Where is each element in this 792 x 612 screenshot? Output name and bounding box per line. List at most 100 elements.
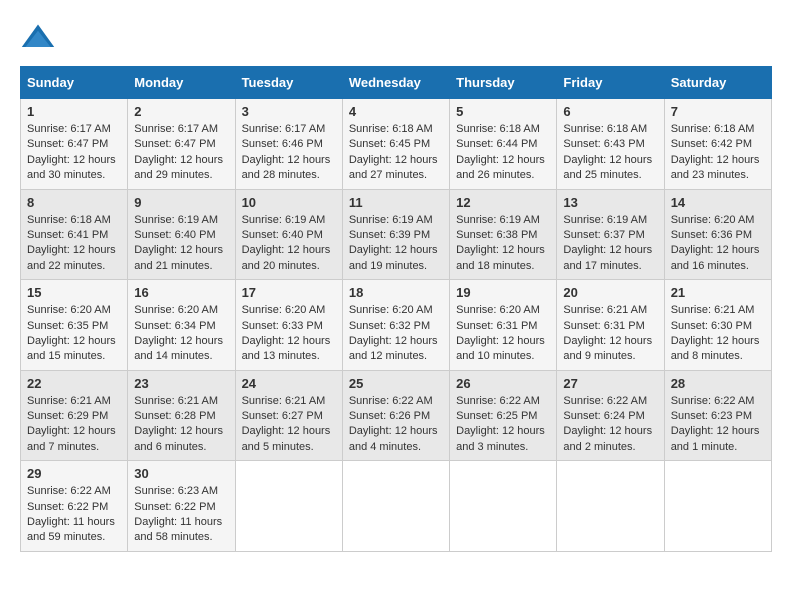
day-info: Sunrise: 6:17 AM Sunset: 6:47 PM Dayligh…: [27, 122, 121, 184]
calendar-cell: 29 Sunrise: 6:22 AM Sunset: 6:22 PM Dayl…: [21, 461, 128, 552]
day-number: 21: [671, 285, 765, 300]
day-number: 28: [671, 376, 765, 391]
day-number: 18: [349, 285, 443, 300]
calendar-cell: 1 Sunrise: 6:17 AM Sunset: 6:47 PM Dayli…: [21, 99, 128, 190]
day-info: Sunrise: 6:17 AM Sunset: 6:46 PM Dayligh…: [242, 122, 336, 184]
calendar-cell: 28 Sunrise: 6:22 AM Sunset: 6:23 PM Dayl…: [664, 370, 771, 461]
calendar-week-row: 1 Sunrise: 6:17 AM Sunset: 6:47 PM Dayli…: [21, 99, 772, 190]
day-info: Sunrise: 6:19 AM Sunset: 6:39 PM Dayligh…: [349, 213, 443, 275]
day-info: Sunrise: 6:20 AM Sunset: 6:32 PM Dayligh…: [349, 303, 443, 365]
calendar-week-row: 22 Sunrise: 6:21 AM Sunset: 6:29 PM Dayl…: [21, 370, 772, 461]
day-number: 3: [242, 104, 336, 119]
calendar-cell: 26 Sunrise: 6:22 AM Sunset: 6:25 PM Dayl…: [450, 370, 557, 461]
day-number: 30: [134, 466, 228, 481]
calendar-cell: 18 Sunrise: 6:20 AM Sunset: 6:32 PM Dayl…: [342, 280, 449, 371]
calendar-cell: 2 Sunrise: 6:17 AM Sunset: 6:47 PM Dayli…: [128, 99, 235, 190]
weekday-header-friday: Friday: [557, 67, 664, 99]
calendar-cell: [235, 461, 342, 552]
day-info: Sunrise: 6:21 AM Sunset: 6:31 PM Dayligh…: [563, 303, 657, 365]
day-info: Sunrise: 6:22 AM Sunset: 6:24 PM Dayligh…: [563, 394, 657, 456]
weekday-header-sunday: Sunday: [21, 67, 128, 99]
day-info: Sunrise: 6:20 AM Sunset: 6:35 PM Dayligh…: [27, 303, 121, 365]
calendar-cell: 12 Sunrise: 6:19 AM Sunset: 6:38 PM Dayl…: [450, 189, 557, 280]
calendar-cell: 11 Sunrise: 6:19 AM Sunset: 6:39 PM Dayl…: [342, 189, 449, 280]
weekday-header-monday: Monday: [128, 67, 235, 99]
calendar-cell: 10 Sunrise: 6:19 AM Sunset: 6:40 PM Dayl…: [235, 189, 342, 280]
day-number: 24: [242, 376, 336, 391]
calendar-cell: 30 Sunrise: 6:23 AM Sunset: 6:22 PM Dayl…: [128, 461, 235, 552]
calendar-cell: [450, 461, 557, 552]
calendar-cell: 4 Sunrise: 6:18 AM Sunset: 6:45 PM Dayli…: [342, 99, 449, 190]
calendar-week-row: 8 Sunrise: 6:18 AM Sunset: 6:41 PM Dayli…: [21, 189, 772, 280]
day-number: 11: [349, 195, 443, 210]
calendar-week-row: 29 Sunrise: 6:22 AM Sunset: 6:22 PM Dayl…: [21, 461, 772, 552]
day-number: 16: [134, 285, 228, 300]
day-info: Sunrise: 6:21 AM Sunset: 6:29 PM Dayligh…: [27, 394, 121, 456]
calendar-cell: 8 Sunrise: 6:18 AM Sunset: 6:41 PM Dayli…: [21, 189, 128, 280]
calendar-cell: 9 Sunrise: 6:19 AM Sunset: 6:40 PM Dayli…: [128, 189, 235, 280]
day-info: Sunrise: 6:19 AM Sunset: 6:40 PM Dayligh…: [242, 213, 336, 275]
day-info: Sunrise: 6:18 AM Sunset: 6:41 PM Dayligh…: [27, 213, 121, 275]
calendar-cell: 14 Sunrise: 6:20 AM Sunset: 6:36 PM Dayl…: [664, 189, 771, 280]
calendar-cell: 3 Sunrise: 6:17 AM Sunset: 6:46 PM Dayli…: [235, 99, 342, 190]
day-info: Sunrise: 6:22 AM Sunset: 6:22 PM Dayligh…: [27, 484, 121, 546]
weekday-header-saturday: Saturday: [664, 67, 771, 99]
weekday-header-row: SundayMondayTuesdayWednesdayThursdayFrid…: [21, 67, 772, 99]
day-number: 25: [349, 376, 443, 391]
day-number: 29: [27, 466, 121, 481]
day-info: Sunrise: 6:22 AM Sunset: 6:25 PM Dayligh…: [456, 394, 550, 456]
day-number: 13: [563, 195, 657, 210]
calendar-cell: 6 Sunrise: 6:18 AM Sunset: 6:43 PM Dayli…: [557, 99, 664, 190]
calendar-cell: 25 Sunrise: 6:22 AM Sunset: 6:26 PM Dayl…: [342, 370, 449, 461]
calendar-cell: 16 Sunrise: 6:20 AM Sunset: 6:34 PM Dayl…: [128, 280, 235, 371]
day-number: 7: [671, 104, 765, 119]
day-number: 20: [563, 285, 657, 300]
day-number: 10: [242, 195, 336, 210]
day-number: 8: [27, 195, 121, 210]
calendar-cell: 15 Sunrise: 6:20 AM Sunset: 6:35 PM Dayl…: [21, 280, 128, 371]
day-number: 17: [242, 285, 336, 300]
day-number: 14: [671, 195, 765, 210]
page-header: [20, 20, 772, 56]
day-info: Sunrise: 6:18 AM Sunset: 6:42 PM Dayligh…: [671, 122, 765, 184]
day-info: Sunrise: 6:19 AM Sunset: 6:40 PM Dayligh…: [134, 213, 228, 275]
day-info: Sunrise: 6:17 AM Sunset: 6:47 PM Dayligh…: [134, 122, 228, 184]
calendar-cell: 22 Sunrise: 6:21 AM Sunset: 6:29 PM Dayl…: [21, 370, 128, 461]
day-number: 5: [456, 104, 550, 119]
day-info: Sunrise: 6:18 AM Sunset: 6:44 PM Dayligh…: [456, 122, 550, 184]
day-number: 2: [134, 104, 228, 119]
day-info: Sunrise: 6:20 AM Sunset: 6:36 PM Dayligh…: [671, 213, 765, 275]
calendar-cell: [664, 461, 771, 552]
day-number: 6: [563, 104, 657, 119]
day-number: 26: [456, 376, 550, 391]
logo-icon: [20, 20, 56, 56]
day-info: Sunrise: 6:19 AM Sunset: 6:38 PM Dayligh…: [456, 213, 550, 275]
day-number: 22: [27, 376, 121, 391]
day-number: 27: [563, 376, 657, 391]
day-info: Sunrise: 6:21 AM Sunset: 6:28 PM Dayligh…: [134, 394, 228, 456]
calendar-cell: 21 Sunrise: 6:21 AM Sunset: 6:30 PM Dayl…: [664, 280, 771, 371]
day-info: Sunrise: 6:20 AM Sunset: 6:34 PM Dayligh…: [134, 303, 228, 365]
day-number: 15: [27, 285, 121, 300]
day-number: 19: [456, 285, 550, 300]
logo: [20, 20, 62, 56]
day-info: Sunrise: 6:19 AM Sunset: 6:37 PM Dayligh…: [563, 213, 657, 275]
day-info: Sunrise: 6:23 AM Sunset: 6:22 PM Dayligh…: [134, 484, 228, 546]
day-info: Sunrise: 6:20 AM Sunset: 6:33 PM Dayligh…: [242, 303, 336, 365]
calendar-week-row: 15 Sunrise: 6:20 AM Sunset: 6:35 PM Dayl…: [21, 280, 772, 371]
day-info: Sunrise: 6:21 AM Sunset: 6:27 PM Dayligh…: [242, 394, 336, 456]
weekday-header-tuesday: Tuesday: [235, 67, 342, 99]
day-info: Sunrise: 6:21 AM Sunset: 6:30 PM Dayligh…: [671, 303, 765, 365]
day-info: Sunrise: 6:20 AM Sunset: 6:31 PM Dayligh…: [456, 303, 550, 365]
weekday-header-wednesday: Wednesday: [342, 67, 449, 99]
calendar-cell: 23 Sunrise: 6:21 AM Sunset: 6:28 PM Dayl…: [128, 370, 235, 461]
calendar-cell: 5 Sunrise: 6:18 AM Sunset: 6:44 PM Dayli…: [450, 99, 557, 190]
day-number: 4: [349, 104, 443, 119]
calendar-cell: 7 Sunrise: 6:18 AM Sunset: 6:42 PM Dayli…: [664, 99, 771, 190]
calendar-table: SundayMondayTuesdayWednesdayThursdayFrid…: [20, 66, 772, 552]
calendar-cell: 24 Sunrise: 6:21 AM Sunset: 6:27 PM Dayl…: [235, 370, 342, 461]
day-info: Sunrise: 6:22 AM Sunset: 6:23 PM Dayligh…: [671, 394, 765, 456]
day-info: Sunrise: 6:18 AM Sunset: 6:43 PM Dayligh…: [563, 122, 657, 184]
calendar-cell: 27 Sunrise: 6:22 AM Sunset: 6:24 PM Dayl…: [557, 370, 664, 461]
day-number: 9: [134, 195, 228, 210]
